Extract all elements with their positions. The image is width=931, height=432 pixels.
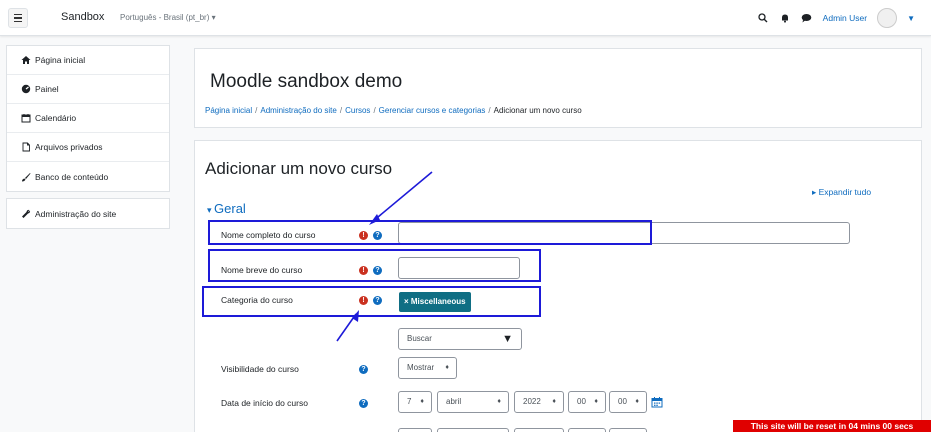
file-icon: [22, 142, 30, 152]
calendar-icon[interactable]: [651, 396, 663, 408]
avatar[interactable]: [877, 8, 898, 28]
start-day-value: 7: [407, 397, 412, 406]
start-year-select[interactable]: 2022 ♦: [514, 391, 564, 413]
breadcrumb-home[interactable]: Página inicial: [205, 106, 252, 115]
caret-right-icon: ▸: [812, 187, 819, 197]
sidebar-item-home[interactable]: Página inicial: [7, 46, 169, 75]
breadcrumb-current: Adicionar um novo curso: [493, 106, 582, 115]
menu-icon[interactable]: [8, 8, 28, 28]
end-minute-select[interactable]: [609, 428, 647, 432]
help-icon[interactable]: ?: [359, 399, 368, 408]
sidebar-item-label: Calendário: [35, 113, 77, 123]
end-month-select[interactable]: [437, 428, 509, 432]
breadcrumb-separator: /: [339, 106, 343, 115]
visibility-value: Mostrar: [407, 363, 435, 372]
navbar-actions: Admin User ▼: [757, 8, 915, 28]
top-navbar: Sandbox Português - Brasil (pt_br) ▾ Adm…: [0, 0, 931, 36]
start-month-value: abril: [446, 397, 462, 406]
breadcrumb: Página inicial / Administração do site / Cur…: [205, 106, 582, 115]
site-brand[interactable]: Sandbox: [61, 11, 104, 23]
breadcrumb-courses[interactable]: Cursos: [345, 106, 370, 115]
nav-group-admin: Administração do site: [6, 198, 170, 229]
end-day-select[interactable]: [398, 428, 432, 432]
sidebar-item-label: Administração do site: [35, 208, 117, 219]
brush-icon: [22, 172, 31, 181]
sort-icon: ♦: [420, 398, 424, 405]
home-icon: [21, 56, 31, 64]
sort-icon: ♦: [497, 398, 501, 405]
chevron-down-icon[interactable]: ▼: [907, 14, 915, 23]
help-icon[interactable]: ?: [359, 365, 368, 374]
category-search-placeholder: Buscar: [407, 334, 432, 343]
language-menu[interactable]: Português - Brasil (pt_br) ▾: [120, 13, 216, 22]
sidebar-item-label: Página inicial: [35, 55, 86, 65]
start-day-select[interactable]: 7 ♦: [398, 391, 432, 413]
expand-all-label: Expandir tudo: [818, 187, 872, 197]
startdate-label: Data de início do curso: [221, 398, 308, 408]
annotation-box-category: [202, 286, 541, 317]
annotation-box-fullname: [208, 220, 652, 245]
category-search-select[interactable]: Buscar ▼: [398, 328, 522, 350]
sidebar-item-label: Arquivos privados: [35, 142, 103, 152]
calendar-icon: [21, 114, 31, 123]
breadcrumb-manage-courses[interactable]: Gerenciar cursos e categorias: [379, 106, 486, 115]
breadcrumb-separator: /: [488, 106, 491, 115]
nav-drawer: Página inicial Painel Calendário Arquivo…: [6, 45, 170, 235]
sidebar-item-calendar[interactable]: Calendário: [7, 104, 169, 133]
user-name[interactable]: Admin User: [823, 13, 867, 23]
sort-icon: ♦: [445, 364, 449, 371]
chevron-down-icon: ▾: [207, 205, 215, 215]
sort-icon: ♦: [594, 398, 598, 405]
search-icon[interactable]: [757, 12, 769, 24]
end-hour-select[interactable]: [568, 428, 606, 432]
start-year-value: 2022: [523, 397, 541, 406]
sidebar-item-label: Banco de conteúdo: [35, 171, 109, 182]
breadcrumb-separator: /: [373, 106, 376, 115]
nav-group-main: Página inicial Painel Calendário Arquivo…: [6, 45, 170, 192]
wrench-icon: [22, 209, 31, 218]
dashboard-icon: [21, 84, 31, 94]
start-hour-select[interactable]: 00 ♦: [568, 391, 606, 413]
sidebar-item-site-admin[interactable]: Administração do site: [7, 199, 169, 228]
breadcrumb-separator: /: [255, 106, 258, 115]
sidebar-item-private-files[interactable]: Arquivos privados: [7, 133, 169, 162]
sort-icon: ♦: [552, 398, 556, 405]
end-year-select[interactable]: [514, 428, 564, 432]
caret-down-icon: ▼: [502, 333, 513, 345]
page-title: Moodle sandbox demo: [210, 71, 403, 92]
start-minute-select[interactable]: 00 ♦: [609, 391, 647, 413]
start-month-select[interactable]: abril ♦: [437, 391, 509, 413]
start-hour-value: 00: [577, 397, 586, 406]
sidebar-item-content-bank[interactable]: Banco de conteúdo: [7, 162, 169, 191]
section-general-toggle[interactable]: ▾ Geral: [207, 201, 246, 216]
form-title: Adicionar um novo curso: [205, 159, 393, 178]
start-minute-value: 00: [618, 397, 627, 406]
sidebar-item-label: Painel: [35, 84, 59, 94]
visibility-select[interactable]: Mostrar ♦: [398, 357, 457, 379]
page-header: Moodle sandbox demo Página inicial / Admin…: [194, 48, 922, 128]
sort-icon: ♦: [635, 398, 639, 405]
sidebar-item-dashboard[interactable]: Painel: [7, 75, 169, 104]
breadcrumb-site-admin[interactable]: Administração do site: [260, 106, 336, 115]
bell-icon[interactable]: [779, 12, 791, 24]
section-title: Geral: [214, 201, 246, 216]
chat-icon[interactable]: [801, 12, 813, 24]
reset-countdown-banner: This site will be reset in 04 mins 00 se…: [733, 420, 931, 432]
expand-all-link[interactable]: ▸ Expandir tudo: [812, 187, 871, 198]
visibility-label: Visibilidade do curso: [221, 364, 299, 374]
annotation-box-shortname: [208, 249, 541, 282]
